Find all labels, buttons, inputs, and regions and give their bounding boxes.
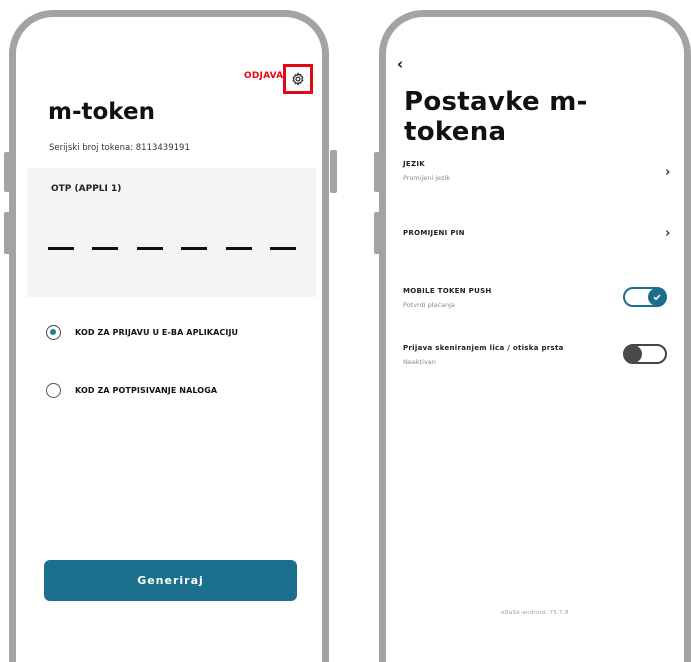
toggle-knob — [624, 345, 642, 363]
setting-subtitle: Neaktivan — [403, 358, 436, 366]
back-button[interactable]: ‹ — [397, 55, 403, 73]
otp-digit-slot — [225, 247, 252, 250]
setting-title: Prijava skeniranjem lica / otiska prsta — [403, 344, 564, 352]
generate-button[interactable]: Generiraj — [44, 560, 297, 601]
toggle-knob — [648, 288, 666, 306]
radio-selected[interactable] — [46, 325, 61, 340]
option-label: KOD ZA POTPISIVANJE NALOGA — [75, 386, 218, 395]
page-title: m-token — [48, 99, 155, 125]
mtoken-screen: ODJAVA m-token Serijski broj tokena: 811… — [9, 10, 329, 662]
setting-title: PROMIJENI PIN — [403, 229, 465, 237]
chevron-right-icon[interactable]: › — [665, 226, 670, 241]
otp-digit-slot — [181, 247, 208, 250]
otp-digit-slot — [48, 247, 74, 250]
option-login-code[interactable]: KOD ZA PRIJAVU U E-BA APLIKACIJU — [46, 325, 238, 340]
app-version: eBaSe-android: 75.7.8 — [501, 610, 569, 616]
otp-label: OTP (APPLI 1) — [51, 184, 122, 194]
setting-language[interactable]: JEZIK Promijeni jezik — [403, 160, 450, 182]
page-title: Postavke m-tokena — [404, 87, 588, 147]
logout-link[interactable]: ODJAVA — [244, 71, 283, 81]
setting-subtitle: Promijeni jezik — [403, 174, 451, 182]
setting-mobile-token-push: MOBILE TOKEN PUSH Potvrdi plaćanja — [403, 287, 492, 309]
option-label: KOD ZA PRIJAVU U E-BA APLIKACIJU — [75, 328, 239, 337]
gear-icon — [292, 72, 304, 86]
biometric-toggle[interactable] — [623, 344, 667, 364]
setting-biometric-login: Prijava skeniranjem lica / otiska prsta … — [403, 344, 564, 366]
settings-screen: ‹ Postavke m-tokena JEZIK Promijeni jezi… — [379, 10, 691, 662]
option-signing-code[interactable]: KOD ZA POTPISIVANJE NALOGA — [46, 383, 217, 398]
setting-change-pin[interactable]: PROMIJENI PIN — [403, 229, 465, 237]
check-icon — [653, 294, 661, 301]
serial-number: Serijski broj tokena: 8113439191 — [49, 143, 190, 153]
left-phone-side-button-right — [330, 150, 337, 193]
setting-title: JEZIK — [403, 160, 425, 168]
setting-title: MOBILE TOKEN PUSH — [403, 287, 492, 295]
settings-button[interactable] — [283, 64, 313, 94]
radio-unselected[interactable] — [46, 383, 61, 398]
otp-code-placeholder — [48, 247, 296, 250]
chevron-right-icon[interactable]: › — [665, 165, 670, 180]
push-toggle[interactable] — [623, 287, 667, 307]
otp-panel: OTP (APPLI 1) — [27, 168, 316, 297]
otp-digit-slot — [92, 247, 119, 250]
setting-subtitle: Potvrdi plaćanja — [403, 301, 455, 309]
otp-digit-slot — [136, 247, 163, 250]
otp-digit-slot — [269, 247, 296, 250]
